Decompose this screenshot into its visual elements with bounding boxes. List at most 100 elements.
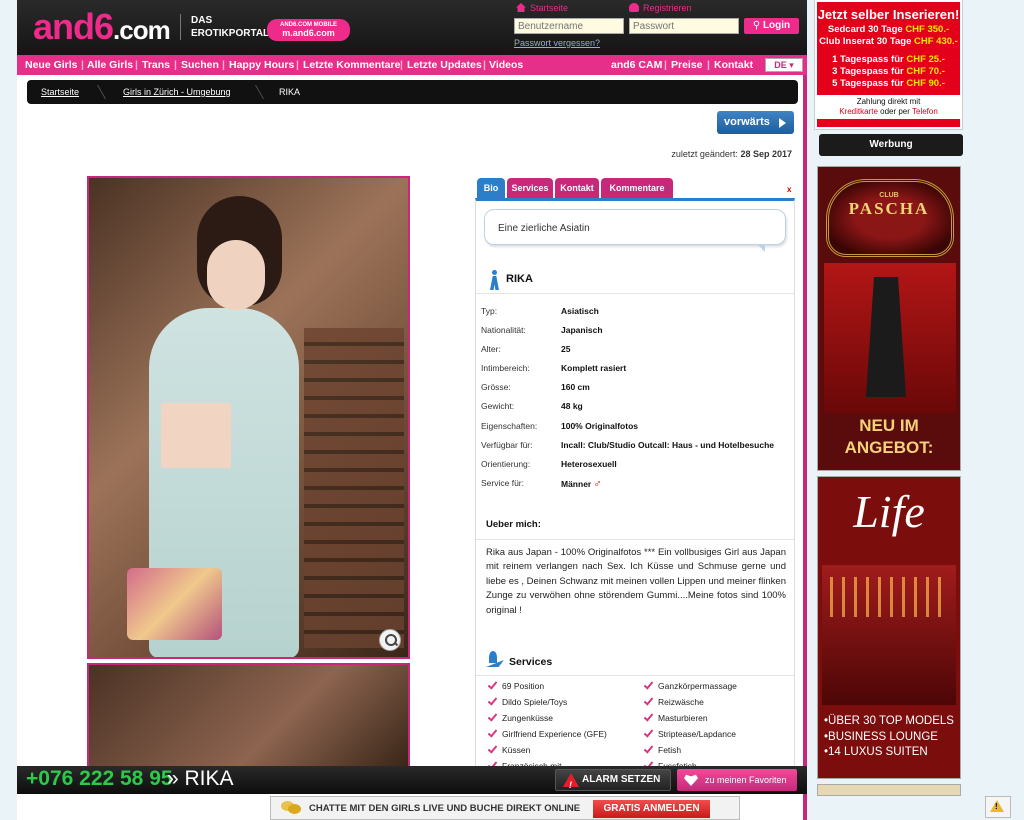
pascha-footer-line: NEU IM [859,416,919,435]
profile-photo-main[interactable] [87,176,410,659]
photo-background-shelf [304,328,404,648]
set-alarm-button[interactable]: ALARM SETZEN [555,769,671,795]
nav-item-happy-hours[interactable]: Happy Hours [229,59,294,71]
ad-line-price: CHF 350.- [905,24,950,35]
check-icon [488,713,497,722]
site-header: and6.com DAS EROTIKPORTAL AND6.COM MOBIL… [17,0,807,55]
nav-item-cam[interactable]: and6 CAM [611,59,662,71]
ad-payment: Zahlung direkt mit Kreditkarte oder per … [817,95,960,119]
attr-row-groesse: Grösse: 160 cm [481,382,791,396]
service-item: Fetish [644,745,794,757]
services-header: Services [476,646,794,676]
logo-text: and6 [33,6,114,47]
nav-item-kontakt[interactable]: Kontakt [714,59,753,71]
zoom-icon[interactable] [379,629,401,651]
tab-kontakt[interactable]: Kontakt [555,178,599,198]
nav-item-preise[interactable]: Preise [671,59,703,71]
check-icon [644,713,653,722]
ad-insert-pricing[interactable]: Jetzt selber Inserieren! Sedcard 30 Tage… [814,0,963,130]
nav-item-letzte-kommentare[interactable]: Letzte Kommentare [303,59,400,71]
tagline-line-2: EROTIKPORTAL [191,28,270,39]
modified-date: 28 Sep 2017 [740,149,792,159]
site-logo[interactable]: and6.com [33,6,171,48]
service-item: Reizwäsche [644,697,794,709]
nav-separator: | [81,59,84,71]
chevron-down-icon: ▾ [789,60,794,70]
check-icon [644,681,653,690]
life-lights [830,577,950,617]
home-link[interactable]: Startseite [516,3,568,13]
warning-icon [563,773,579,795]
phone-number[interactable]: +076 222 58 95 [26,767,173,791]
ad-partial[interactable] [817,784,961,796]
mobile-url: m.and6.com [282,28,335,38]
login-button[interactable]: ⚲ Login [744,18,799,34]
ad-line-label: 5 Tagespass für [832,78,904,89]
life-bullet: ÜBER 30 TOP MODELS [824,714,954,730]
register-link[interactable]: Registrieren [629,3,692,13]
about-title: Ueber mich: [486,519,541,530]
ad-line-price: CHF 430.- [914,36,958,47]
language-select[interactable]: DE ▾ [765,58,803,72]
attr-value: Incall: Club/Studio Outcall: Haus - und … [561,440,774,450]
key-icon: ⚲ [752,20,763,31]
ad-payment-line: Kreditkarte oder per Telefon [817,107,960,117]
ad-line: 1 Tagespass für CHF 25.- [817,54,960,66]
service-item: 69 Position [488,681,638,693]
close-icon[interactable]: x [787,185,791,194]
attr-key: Intimbereich: [481,363,530,373]
attr-value: 160 cm [561,382,590,392]
tab-services[interactable]: Services [507,178,553,198]
service-label: Striptease/Lapdance [658,729,736,739]
ad-line-price: CHF 25.- [906,54,945,65]
attr-value: Asiatisch [561,306,599,316]
attr-value: 100% Originalfotos [561,421,638,431]
breadcrumb: Startseite Girls in Zürich - Umgebung RI… [27,80,798,104]
logo-tagline: DAS EROTIKPORTAL [180,14,269,40]
house-icon [516,3,526,12]
photo-figure-face [207,240,265,310]
nav-item-neue-girls[interactable]: Neue Girls [25,59,78,71]
breadcrumb-home[interactable]: Startseite [41,87,79,97]
free-signup-button[interactable]: GRATIS ANMELDEN [593,800,710,818]
attr-value: Heterosexuell [561,459,617,469]
service-label: Reizwäsche [658,697,704,707]
ad-line: 5 Tagespass für CHF 90.- [817,78,960,90]
mobile-site-button[interactable]: AND6.COM MOBILE m.and6.com [267,19,350,41]
password-input[interactable] [629,18,739,34]
attr-row-orientierung: Orientierung: Heterosexuell [481,459,791,473]
service-label: Küssen [502,745,531,755]
profile-photo-second[interactable] [87,663,410,768]
nav-item-letzte-updates[interactable]: Letzte Updates [407,59,482,71]
ad-payment-card: Kreditkarte [839,107,878,116]
about-text: Rika aus Japan - 100% Originalfotos *** … [486,547,786,616]
ad-life[interactable]: Life ÜBER 30 TOP MODELS BUSINESS LOUNGE … [817,476,961,779]
service-label: Zungenküsse [502,713,554,723]
tab-kommentare[interactable]: Kommentare [601,178,673,198]
tab-bio[interactable]: Bio [477,178,505,198]
nav-item-videos[interactable]: Videos [489,59,523,71]
attr-key: Nationalität: [481,325,526,335]
logo-tld: .com [113,15,171,45]
nav-separator: | [174,59,177,71]
nav-item-suchen[interactable]: Suchen [181,59,219,71]
attr-key: Gewicht: [481,401,515,411]
ad-pascha[interactable]: CLUB PASCHA NEU IM ANGEBOT: [817,166,961,471]
check-icon [644,745,653,754]
last-modified: zuletzt geändert: 28 Sep 2017 [617,149,792,159]
nav-item-trans[interactable]: Trans [142,59,170,71]
forward-button[interactable]: vorwärts [717,111,794,134]
forgot-password-link[interactable]: Passwort vergessen? [514,38,600,48]
breadcrumb-chevron-icon [91,80,101,104]
add-favorite-button[interactable]: zu meinen Favoriten [677,769,797,791]
chat-banner: CHATTE MIT DEN GIRLS LIVE UND BUCHE DIRE… [270,796,740,820]
username-input[interactable] [514,18,624,34]
photo-figure-obi [161,403,231,468]
breadcrumb-region[interactable]: Girls in Zürich - Umgebung [123,87,231,97]
nav-item-alle-girls[interactable]: Alle Girls [87,59,133,71]
warning-icon [990,800,1004,812]
attr-row-eigenschaften: Eigenschaften: 100% Originalfotos [481,421,791,435]
attr-value: Komplett rasiert [561,363,627,373]
login-label: Login [762,20,791,31]
service-label: Dildo Spiele/Toys [502,697,568,707]
